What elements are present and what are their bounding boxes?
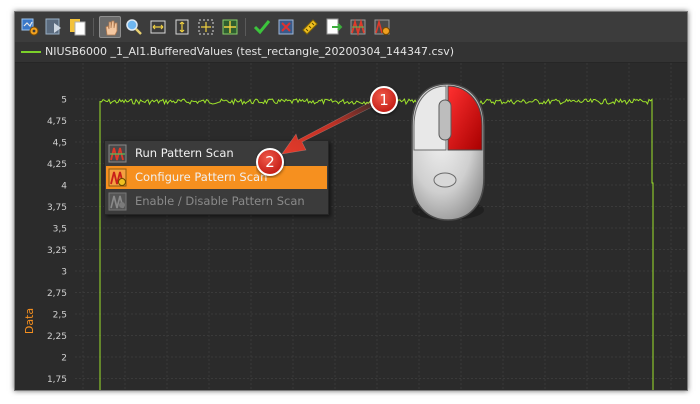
y-tick-label: 3,75: [47, 203, 67, 213]
clear-icon[interactable]: [275, 16, 297, 38]
legend-bar: NIUSB6000 _1_AI1.BufferedValues (test_re…: [15, 42, 687, 63]
y-tick-label: 4,25: [47, 160, 67, 170]
menu-item-run-pattern-scan[interactable]: Run Pattern Scan: [106, 142, 327, 165]
y-tick-label: 2: [61, 354, 67, 364]
zoom-fit-icon[interactable]: [195, 16, 217, 38]
y-tick-label: 4: [61, 182, 67, 192]
ruler-icon[interactable]: [299, 16, 321, 38]
pattern-settings-icon[interactable]: [371, 16, 393, 38]
line-chart[interactable]: 5 4,75 4,5 4,25 4 3,75 3,5 3,25 3 2,75 2,5 2,25 2 1,7…: [15, 63, 687, 390]
y-tick-label: 3,25: [47, 246, 67, 256]
configure-pattern-scan-icon: [108, 168, 127, 187]
menu-item-enable-disable-pattern-scan: Enable / Disable Pattern Scan: [106, 190, 327, 213]
y-axis-label: Data: [23, 308, 36, 334]
y-tick-label: 1,75: [47, 375, 67, 385]
pattern-scan-icon[interactable]: [347, 16, 369, 38]
check-icon[interactable]: [251, 16, 273, 38]
y-tick-label: 3,5: [53, 225, 67, 235]
y-tick-label: 3: [61, 268, 67, 278]
y-tick-label: 5: [61, 96, 67, 106]
run-pattern-scan-icon: [108, 144, 127, 163]
y-tick-label: 4,75: [47, 117, 67, 127]
y-tick-label: 2,5: [53, 311, 67, 321]
legend-series-label: NIUSB6000 _1_AI1.BufferedValues (test_re…: [45, 45, 455, 58]
menu-item-configure-pattern-scan[interactable]: Configure Pattern Scan: [106, 166, 327, 189]
play-icon[interactable]: [43, 16, 65, 38]
zoom-center-icon[interactable]: [219, 16, 241, 38]
y-tick-label: 2,25: [47, 332, 67, 342]
chart-background: [15, 63, 687, 390]
menu-label: Run Pattern Scan: [135, 146, 234, 160]
export-icon[interactable]: [323, 16, 345, 38]
copy-icon[interactable]: [67, 16, 89, 38]
menu-label: Enable / Disable Pattern Scan: [135, 194, 305, 208]
zoom-icon[interactable]: [123, 16, 145, 38]
menu-label: Configure Pattern Scan: [135, 170, 268, 184]
y-tick-label: 4,5: [53, 139, 67, 149]
legend-line-swatch: [21, 51, 41, 53]
settings-icon[interactable]: [19, 16, 41, 38]
chart-area[interactable]: 5 4,75 4,5 4,25 4 3,75 3,5 3,25 3 2,75 2,5 2,25 2 1,7…: [15, 63, 687, 390]
y-tick-label: 2,75: [47, 289, 67, 299]
app-window: NIUSB6000 _1_AI1.BufferedValues (test_re…: [14, 11, 688, 391]
zoom-horizontal-icon[interactable]: [147, 16, 169, 38]
zoom-vertical-icon[interactable]: [171, 16, 193, 38]
toolbar: [15, 12, 687, 43]
enable-disable-pattern-scan-icon: [108, 192, 127, 211]
pan-hand-icon[interactable]: [99, 16, 121, 38]
context-menu: Run Pattern Scan Configure Pattern Scan …: [104, 140, 329, 215]
